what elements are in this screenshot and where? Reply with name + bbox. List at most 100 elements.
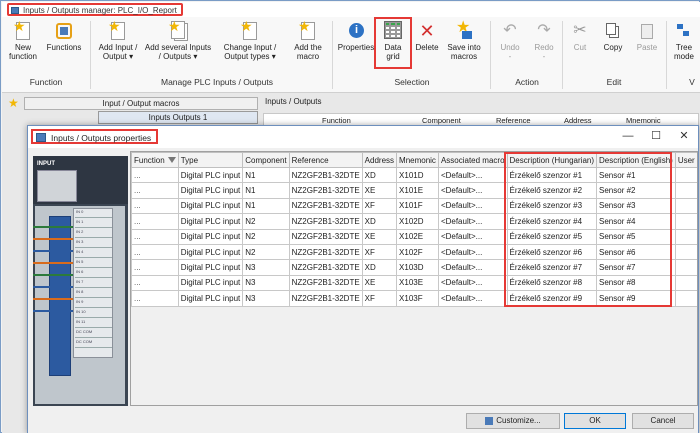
tab-inputs-outputs-1[interactable]: Inputs Outputs 1 [98,111,258,124]
grid-cell[interactable]: <Default>... [437,182,508,199]
col-function[interactable]: Function [322,116,351,125]
grid-cell[interactable]: N1 [242,182,290,199]
grid-cell[interactable]: X101D [396,166,439,184]
grid-cell[interactable]: X103E [396,274,439,292]
grid-cell[interactable]: N1 [242,166,290,184]
grid-cell[interactable] [674,166,697,184]
delete-button[interactable]: ✕ Delete [412,21,442,52]
grid-cell[interactable] [674,243,697,261]
col-component[interactable]: Component [422,116,461,125]
grid-cell[interactable]: X102D [396,213,439,230]
function-picker-cell[interactable]: ... [131,274,179,292]
grid-cell[interactable]: XF [361,243,398,261]
grid-cell[interactable]: X103F [396,290,439,307]
maximize-button[interactable]: ☐ [646,129,666,144]
grid-cell[interactable]: <Default>... [437,259,508,276]
grid-cell[interactable]: XE [361,182,398,199]
grid-cell[interactable]: NZ2GF2B1-32DTE [288,243,363,261]
close-button[interactable]: ✕ [674,129,694,144]
function-picker-cell[interactable]: ... [131,243,179,261]
grid-cell[interactable]: X101F [396,197,439,215]
grid-cell[interactable]: <Default>... [437,166,508,184]
col-reference[interactable]: Reference [496,116,531,125]
grid-cell[interactable]: <Default>... [437,228,508,245]
grid-cell[interactable]: N3 [242,259,290,276]
grid-cell[interactable]: XF [361,197,398,215]
grid-cell[interactable]: XD [361,213,398,230]
properties-button[interactable]: i Properties [336,21,376,52]
add-several-io-button[interactable]: ★ Add several Inputs / Outputs ▾ [144,19,212,61]
grid-cell[interactable]: NZ2GF2B1-32DTE [288,228,363,245]
function-picker-cell[interactable]: ... [131,259,179,276]
paste-button[interactable]: Paste [632,21,662,52]
grid-cell[interactable]: Digital PLC input [177,274,244,292]
grid-cell[interactable] [674,290,697,307]
grid-cell[interactable]: X101E [396,182,439,199]
grid-cell[interactable]: XE [361,228,398,245]
grid-cell[interactable]: XD [361,259,398,276]
grid-cell[interactable]: Digital PLC input [177,243,244,261]
grid-cell[interactable]: NZ2GF2B1-32DTE [288,274,363,292]
change-io-types-button[interactable]: ★ Change Input / Output types ▾ [218,19,282,61]
grid-cell[interactable]: NZ2GF2B1-32DTE [288,182,363,199]
copy-button[interactable]: Copy [598,21,628,52]
grid-cell[interactable] [674,259,697,276]
grid-cell[interactable]: <Default>... [437,274,508,292]
function-picker-cell[interactable]: ... [131,166,179,184]
grid-cell[interactable]: XD [361,166,398,184]
cancel-button[interactable]: Cancel [632,413,694,429]
grid-cell[interactable]: Digital PLC input [177,197,244,215]
add-input-output-button[interactable]: ★ Add Input / Output ▾ [94,19,142,61]
col-header-associated-macro[interactable]: Associated macro [437,152,508,168]
grid-cell[interactable]: Digital PLC input [177,290,244,307]
col-header-type[interactable]: Type [177,152,244,168]
grid-cell[interactable]: <Default>... [437,197,508,215]
grid-cell[interactable]: NZ2GF2B1-32DTE [288,166,363,184]
grid-cell[interactable] [674,182,697,199]
grid-cell[interactable]: <Default>... [437,213,508,230]
grid-cell[interactable]: NZ2GF2B1-32DTE [288,213,363,230]
function-picker-cell[interactable]: ... [131,213,179,230]
grid-cell[interactable]: Digital PLC input [177,228,244,245]
save-into-macros-button[interactable]: ★ Save into macros [442,20,486,62]
col-address[interactable]: Address [564,116,592,125]
grid-cell[interactable]: N2 [242,213,290,230]
grid-cell[interactable]: N1 [242,197,290,215]
cut-button[interactable]: ✂ Cut [566,21,594,52]
col-header-address[interactable]: Address [361,152,398,168]
grid-cell[interactable]: X103D [396,259,439,276]
grid-cell[interactable] [674,274,697,292]
functions-button[interactable]: Functions [42,21,86,52]
grid-cell[interactable]: N3 [242,274,290,292]
grid-cell[interactable] [674,213,697,230]
grid-cell[interactable]: X102F [396,243,439,261]
col-header-user-data[interactable]: User d [674,152,697,168]
grid-cell[interactable]: N3 [242,290,290,307]
grid-cell[interactable]: XE [361,274,398,292]
customize-button[interactable]: Customize... [466,413,560,429]
grid-cell[interactable]: <Default>... [437,290,508,307]
favorite-star-icon[interactable]: ★ [8,96,19,110]
grid-cell[interactable] [674,228,697,245]
grid-cell[interactable]: Digital PLC input [177,166,244,184]
col-header-reference[interactable]: Reference [288,152,363,168]
col-mnemonic[interactable]: Mnemonic [626,116,661,125]
new-function-button[interactable]: ★ New function [6,19,40,61]
grid-cell[interactable]: X102E [396,228,439,245]
redo-button[interactable]: ↷ Redo - [528,21,560,61]
undo-button[interactable]: ↶ Undo - [494,21,526,61]
col-header-component[interactable]: Component [242,152,290,168]
ok-button[interactable]: OK [564,413,626,429]
function-picker-cell[interactable]: ... [131,182,179,199]
function-picker-cell[interactable]: ... [131,290,179,307]
grid-cell[interactable]: NZ2GF2B1-32DTE [288,290,363,307]
filter-icon[interactable] [167,157,176,164]
grid-cell[interactable]: XF [361,290,398,307]
grid-cell[interactable]: NZ2GF2B1-32DTE [288,197,363,215]
col-header-mnemonic[interactable]: Mnemonic [396,152,439,168]
grid-cell[interactable]: Digital PLC input [177,182,244,199]
grid-cell[interactable]: Digital PLC input [177,259,244,276]
grid-cell[interactable] [674,197,697,215]
grid-cell[interactable]: N2 [242,243,290,261]
tree-mode-button[interactable]: Tree mode [670,21,698,61]
